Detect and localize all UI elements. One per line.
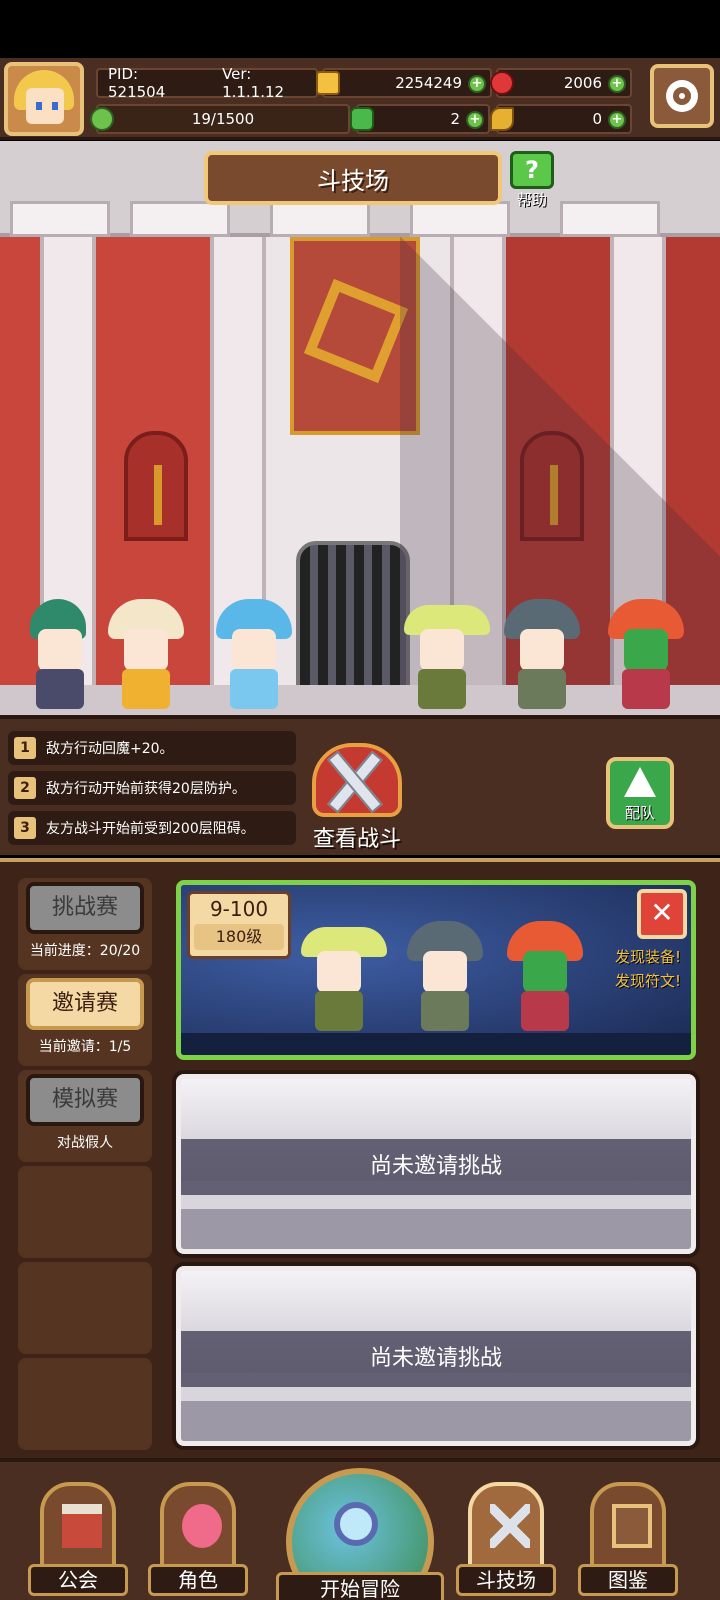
team-label: 配队 [624,804,655,822]
nav-arena[interactable]: 斗技场 [456,1482,556,1600]
sidebar-item-challenge: 挑战赛 当前进度：20/20 [18,878,152,970]
nav-arena-label: 斗技场 [456,1564,556,1596]
nav-guild[interactable]: 公会 [28,1482,128,1600]
sidebar-item-invite: 邀请赛 当前邀请：1/5 [18,974,152,1066]
invite-count: 当前邀请：1/5 [38,1039,132,1055]
sidebar-empty-slot [18,1358,152,1450]
bottom-nav: 公会 角色 开始冒险 斗技场 图鉴 [0,1458,720,1600]
book-icon [612,1504,652,1548]
stage-number: 9-100 [209,897,269,921]
card-enemy-mushroom [507,921,583,1033]
add-key-button[interactable]: + [608,111,626,129]
sidebar-empty-slot [18,1262,152,1354]
arena-scene: 斗技场 ? 帮助 [0,141,720,715]
challenge-card-active[interactable]: 9-100 180级 ✕ 发现装备! 发现符文! [176,880,696,1060]
close-icon[interactable]: ✕ [637,889,687,939]
ruby-amount: 2006 [563,74,602,92]
add-ruby-button[interactable]: + [608,75,626,93]
gold-coin-icon [316,71,340,95]
stamina-icon [90,107,114,131]
status-bar [0,0,720,58]
sidebar-empty-slot [18,1166,152,1258]
view-fight-button[interactable]: 查看战斗 [292,739,422,855]
nav-codex-label: 图鉴 [578,1564,678,1596]
clover-amount: 2 [450,110,460,128]
enemy-sprite-bunny [22,599,98,711]
enemy-sprite-mushroom [608,599,684,711]
gold-amount: 2254249 [395,74,462,92]
clover-counter: 2 + [350,104,490,134]
magnifier-icon [334,1502,378,1546]
card-enemy-straw-hat [301,921,387,1033]
challenge-mode-button[interactable]: 挑战赛 [26,882,144,934]
player-id: PID: 521504 [108,65,166,101]
team-setup-button[interactable]: 配队 [606,757,674,829]
modifier-row: 1 敌方行动回魔+20。 [8,731,296,765]
modifier-text: 友方战斗开始前受到200层阻碍。 [46,821,255,837]
empty-card-text: 尚未邀请挑战 [181,1331,691,1387]
add-gold-button[interactable]: + [468,75,486,93]
discover-notice: 发现装备! 发现符文! [615,945,681,993]
nav-guild-label: 公会 [28,1564,128,1596]
modifier-row: 2 敌方行动开始前获得20层防护。 [8,771,296,805]
view-fight-label: 查看战斗 [312,827,401,852]
empty-card-text: 尚未邀请挑战 [181,1139,691,1195]
key-icon [490,107,514,131]
ruby-icon [490,71,514,95]
guild-hall-icon [62,1504,102,1548]
key-amount: 0 [592,110,602,128]
stamina-counter: 19/1500 [90,104,350,134]
enemy-sprite-princess [108,599,198,711]
settings-button[interactable] [650,64,714,128]
player-avatar[interactable] [4,62,84,136]
discover-gear-text: 发现装备! [614,948,681,966]
challenge-card-empty[interactable]: 尚未邀请挑战 [176,1074,696,1254]
battle-modifiers: 1 敌方行动回魔+20。 2 敌方行动开始前获得20层防护。 3 友方战斗开始前… [0,715,720,855]
ruby-counter: 2006 + [490,68,632,98]
enemy-sprite-ice-maiden [216,599,292,711]
gold-counter: 2254249 + [316,68,492,98]
game-version: Ver: 1.1.1.12 [222,65,285,101]
sword-niche-left [124,431,188,541]
enemy-level: 180级 [194,924,284,950]
enemy-sprite-gray-witch [504,599,580,711]
key-counter: 0 + [490,104,632,134]
simulate-info: 对战假人 [57,1135,113,1151]
discover-rune-text: 发现符文! [614,972,681,990]
help-label: 帮助 [516,191,547,209]
modifier-text: 敌方行动开始前获得20层防护。 [46,781,246,797]
nav-codex[interactable]: 图鉴 [578,1482,678,1600]
enemy-sprite-straw-hat [404,599,490,711]
modifier-number: 2 [14,777,36,799]
pid-version-panel: PID: 521504 Ver: 1.1.1.12 [96,65,318,101]
modifier-text: 敌方行动回魔+20。 [46,741,174,757]
card-enemy-gray-witch [407,921,483,1033]
invite-mode-button[interactable]: 邀请赛 [26,978,144,1030]
clover-icon [350,107,374,131]
nav-character-label: 角色 [148,1564,248,1596]
sidebar-item-simulate: 模拟赛 对战假人 [18,1070,152,1162]
help-button[interactable]: ? 帮助 [506,151,558,209]
question-icon: ? [510,151,554,189]
mode-sidebar: 挑战赛 当前进度：20/20 邀请赛 当前邀请：1/5 模拟赛 对战假人 [18,878,152,1450]
stamina-amount: 19/1500 [191,110,255,128]
nav-character[interactable]: 角色 [148,1482,248,1600]
modifier-number: 1 [14,737,36,759]
character-icon [182,1504,222,1548]
team-icon [624,767,656,797]
stage-level-plate: 9-100 180级 [187,891,291,959]
page-title: 斗技场 [204,151,502,205]
modifier-row: 3 友方战斗开始前受到200层阻碍。 [8,811,296,845]
challenge-progress: 当前进度：20/20 [29,943,141,959]
challenge-card-empty[interactable]: 尚未邀请挑战 [176,1266,696,1446]
resource-bar: PID: 521504 Ver: 1.1.1.12 2254249 + 2006… [0,58,720,140]
nav-start-adventure[interactable]: 开始冒险 [276,1468,444,1600]
gear-icon [666,80,698,112]
modifier-number: 3 [14,817,36,839]
nav-adventure-label: 开始冒险 [276,1572,444,1600]
add-clover-button[interactable]: + [466,111,484,129]
crossed-swords-icon [490,1504,530,1548]
arena-main-panel: 挑战赛 当前进度：20/20 邀请赛 当前邀请：1/5 模拟赛 对战假人 9-1… [0,858,720,1458]
simulate-mode-button[interactable]: 模拟赛 [26,1074,144,1126]
